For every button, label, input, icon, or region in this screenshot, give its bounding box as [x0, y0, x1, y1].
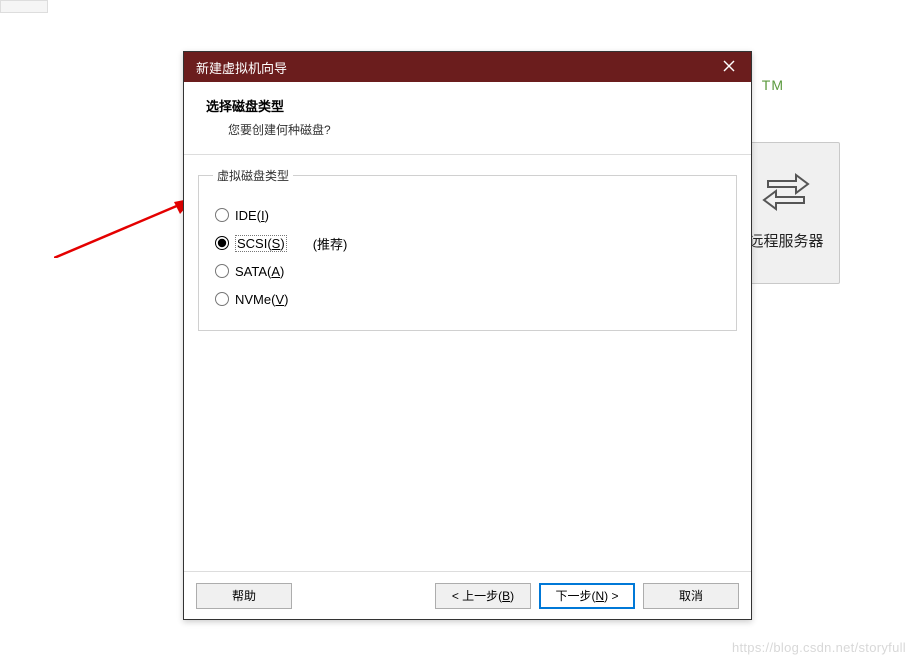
remote-server-label: 远程服务器	[748, 230, 823, 251]
new-vm-wizard-dialog: 新建虚拟机向导 选择磁盘类型 您要创建何种磁盘? 虚拟磁盘类型 IDE(I) S…	[183, 51, 752, 620]
close-button[interactable]	[706, 52, 751, 82]
radio-scsi-hint: (推荐)	[313, 234, 348, 253]
disk-type-legend: 虚拟磁盘类型	[213, 167, 293, 184]
close-icon	[723, 60, 735, 75]
top-tab-fragment	[0, 0, 48, 13]
radio-ide[interactable]	[215, 208, 229, 222]
radio-sata-label[interactable]: SATA(A)	[235, 264, 284, 279]
disk-type-group: 虚拟磁盘类型 IDE(I) SCSI(S) (推荐) SATA(A) NVMe(…	[198, 167, 737, 331]
watermark-text: https://blog.csdn.net/storyfull	[732, 640, 906, 655]
radio-row-scsi: SCSI(S) (推荐)	[215, 232, 726, 254]
annotation-arrow-icon	[54, 198, 194, 258]
dialog-header: 选择磁盘类型 您要创建何种磁盘?	[184, 82, 751, 155]
radio-row-sata: SATA(A)	[215, 260, 726, 282]
dialog-button-bar: 帮助 < 上一步(B) 下一步(N) > 取消	[184, 571, 751, 619]
radio-nvme[interactable]	[215, 292, 229, 306]
next-button[interactable]: 下一步(N) >	[539, 583, 635, 609]
cancel-button[interactable]: 取消	[643, 583, 739, 609]
radio-scsi[interactable]	[215, 236, 229, 250]
radio-sata[interactable]	[215, 264, 229, 278]
radio-scsi-label[interactable]: SCSI(S)	[235, 235, 287, 252]
radio-row-nvme: NVMe(V)	[215, 288, 726, 310]
page-heading: 选择磁盘类型	[206, 96, 729, 115]
swap-arrows-icon	[762, 165, 810, 216]
radio-ide-label[interactable]: IDE(I)	[235, 208, 269, 223]
radio-row-ide: IDE(I)	[215, 204, 726, 226]
radio-nvme-label[interactable]: NVMe(V)	[235, 292, 288, 307]
dialog-title: 新建虚拟机向导	[196, 58, 706, 77]
dialog-content: 虚拟磁盘类型 IDE(I) SCSI(S) (推荐) SATA(A) NVMe(…	[184, 155, 751, 571]
tm-mark: TM	[762, 77, 784, 93]
dialog-titlebar: 新建虚拟机向导	[184, 52, 751, 82]
page-subheading: 您要创建何种磁盘?	[228, 121, 729, 138]
help-button[interactable]: 帮助	[196, 583, 292, 609]
back-button[interactable]: < 上一步(B)	[435, 583, 531, 609]
